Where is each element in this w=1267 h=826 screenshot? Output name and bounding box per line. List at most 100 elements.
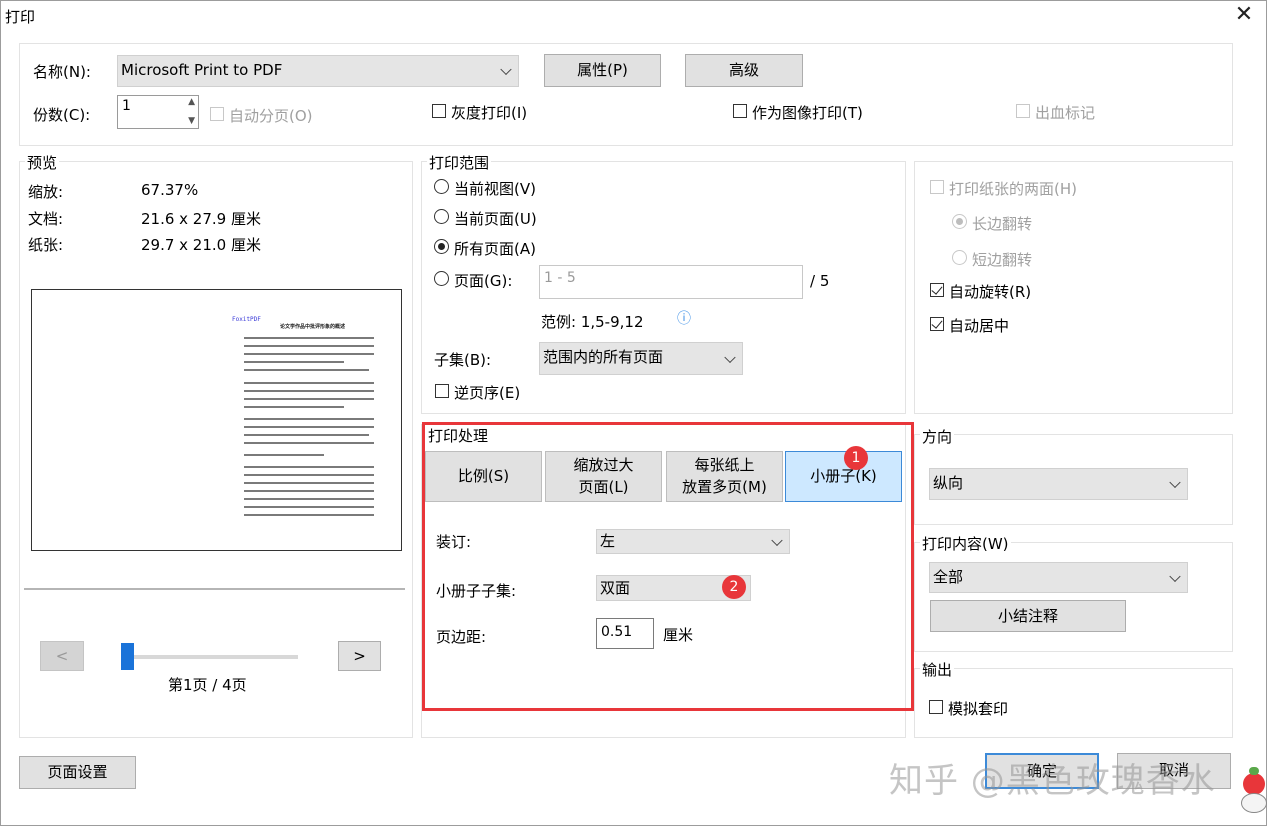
mascot-icon xyxy=(1241,763,1267,815)
copies-stepper[interactable]: 1 ▲ ▼ xyxy=(117,95,199,129)
preview-text-line xyxy=(244,434,369,436)
collate-checkbox[interactable] xyxy=(210,107,224,121)
page-indicator: 第1页 / 4页 xyxy=(168,676,247,694)
summarize-comments-button[interactable]: 小结注释 xyxy=(930,600,1126,632)
print-as-image-checkbox[interactable] xyxy=(733,104,747,118)
binding-select[interactable]: 左 xyxy=(596,529,790,554)
binding-select-value: 左 xyxy=(600,532,616,550)
preview-text-line xyxy=(244,398,374,400)
next-page-button[interactable]: > xyxy=(338,641,381,671)
margin-unit: 厘米 xyxy=(663,626,694,644)
preview-text-line xyxy=(244,369,369,371)
preview-text-line xyxy=(244,474,374,476)
grayscale-checkbox[interactable] xyxy=(432,104,446,118)
current-view-label: 当前视图(V) xyxy=(454,180,536,198)
subset-label: 子集(B): xyxy=(434,351,492,369)
auto-rotate-label: 自动旋转(R) xyxy=(949,283,1032,301)
both-sides-checkbox[interactable] xyxy=(930,180,944,194)
print-handling-label: 打印处理 xyxy=(428,427,489,445)
chevron-down-icon xyxy=(1169,476,1181,489)
preview-text-line xyxy=(244,418,374,420)
long-edge-label: 长边翻转 xyxy=(972,215,1033,233)
print-content-group xyxy=(914,542,1233,652)
tab-multiple-label-line2: 放置多页(M) xyxy=(682,478,767,496)
tab-shrink-label-line1: 缩放过大 xyxy=(573,456,634,474)
preview-text-line xyxy=(244,390,374,392)
tab-multiple-label-line1: 每张纸上 xyxy=(694,456,755,474)
info-icon[interactable]: ⓘ xyxy=(677,308,691,328)
tab-shrink-oversized[interactable]: 缩放过大 页面(L) xyxy=(545,451,662,502)
printer-name-label: 名称(N): xyxy=(33,63,91,81)
simulate-overprint-checkbox[interactable] xyxy=(929,700,943,714)
orientation-label: 方向 xyxy=(920,426,955,447)
tab-booklet-label: 小册子(K) xyxy=(810,467,877,485)
properties-button[interactable]: 属性(P) xyxy=(544,54,661,87)
page-slider-track[interactable] xyxy=(121,655,298,659)
orientation-select[interactable]: 纵向 xyxy=(929,468,1188,500)
prev-page-button[interactable]: < xyxy=(40,641,84,671)
short-edge-radio[interactable] xyxy=(952,250,967,265)
current-view-radio[interactable] xyxy=(434,179,449,194)
binding-label: 装订: xyxy=(436,533,472,551)
booklet-subset-label: 小册子子集: xyxy=(436,582,517,600)
advanced-button[interactable]: 高级 xyxy=(685,54,803,87)
preview-text-line xyxy=(244,353,374,355)
document-size-label: 文档: xyxy=(28,210,64,228)
preview-text-line xyxy=(244,442,374,444)
preview-text-line xyxy=(244,454,324,456)
all-pages-radio[interactable] xyxy=(434,239,449,254)
pages-total: / 5 xyxy=(810,272,830,290)
current-page-radio[interactable] xyxy=(434,209,449,224)
watermark: 知乎 @黑色玫瑰香水 xyxy=(889,761,1216,801)
short-edge-label: 短边翻转 xyxy=(972,251,1033,269)
title-bar: 打印 ✕ xyxy=(1,1,1266,33)
collate-label: 自动分页(O) xyxy=(229,107,313,125)
preview-text-line xyxy=(244,498,374,500)
orientation-select-value: 纵向 xyxy=(933,474,964,492)
preview-text-line xyxy=(244,490,374,492)
preview-text-line xyxy=(244,426,374,428)
page-slider-thumb[interactable] xyxy=(121,643,134,670)
copies-label: 份数(C): xyxy=(33,106,91,124)
reverse-order-checkbox[interactable] xyxy=(435,384,449,398)
page-setup-button[interactable]: 页面设置 xyxy=(19,756,136,789)
subset-select[interactable]: 范围内的所有页面 xyxy=(539,342,743,375)
annotation-badge-2: 2 xyxy=(722,575,746,599)
preview-text-line xyxy=(244,361,344,363)
auto-rotate-checkbox[interactable] xyxy=(930,283,944,297)
preview-brand: FoxitPDF xyxy=(232,316,261,323)
bleed-marks-checkbox[interactable] xyxy=(1016,104,1030,118)
tab-scale[interactable]: 比例(S) xyxy=(425,451,542,502)
current-page-label: 当前页面(U) xyxy=(454,210,537,228)
stepper-up-icon[interactable]: ▲ xyxy=(188,97,195,107)
printer-select[interactable]: Microsoft Print to PDF xyxy=(117,55,519,87)
stepper-down-icon[interactable]: ▼ xyxy=(188,116,195,126)
preview-text-line xyxy=(244,406,344,408)
print-content-select[interactable]: 全部 xyxy=(929,562,1188,593)
preview-heading: 论文学作品中批评形象的概述 xyxy=(280,324,346,330)
margin-input[interactable]: 0.51 xyxy=(596,618,654,649)
preview-divider xyxy=(24,588,405,590)
pages-radio[interactable] xyxy=(434,271,449,286)
preview-text-line xyxy=(244,506,374,508)
chevron-down-icon xyxy=(724,351,736,363)
bleed-marks-label: 出血标记 xyxy=(1035,104,1096,122)
all-pages-label: 所有页面(A) xyxy=(454,240,536,258)
close-icon[interactable]: ✕ xyxy=(1232,3,1256,27)
output-label: 输出 xyxy=(920,659,955,680)
tab-multiple-pages[interactable]: 每张纸上 放置多页(M) xyxy=(666,451,783,502)
grayscale-label: 灰度打印(I) xyxy=(451,104,528,122)
chevron-down-icon xyxy=(500,63,512,76)
pages-label: 页面(G): xyxy=(454,272,513,290)
window-title: 打印 xyxy=(5,8,36,26)
long-edge-radio[interactable] xyxy=(952,214,967,229)
copies-value: 1 xyxy=(122,98,131,114)
auto-center-checkbox[interactable] xyxy=(930,317,944,331)
simulate-overprint-label: 模拟套印 xyxy=(948,700,1009,718)
tab-shrink-label-line2: 页面(L) xyxy=(578,478,629,496)
print-dialog: 打印 ✕ 名称(N): Microsoft Print to PDF 属性(P)… xyxy=(0,0,1267,826)
preview-text-line xyxy=(244,482,374,484)
subset-select-value: 范围内的所有页面 xyxy=(543,348,664,366)
pages-input[interactable]: 1 - 5 xyxy=(539,265,803,299)
print-content-label: 打印内容(W) xyxy=(920,533,1011,554)
